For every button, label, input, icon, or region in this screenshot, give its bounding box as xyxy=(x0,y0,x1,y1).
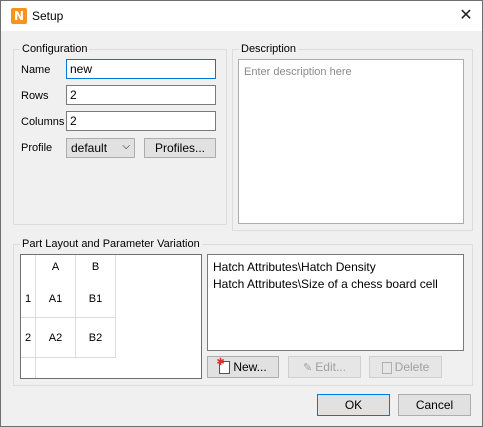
grid-row-stub xyxy=(21,358,36,378)
name-label: Name xyxy=(21,64,51,76)
new-document-icon: ✱ xyxy=(216,358,231,375)
delete-parameter-label: Delete xyxy=(394,360,430,374)
description-placeholder: Enter description here xyxy=(244,66,352,78)
edit-parameter-button[interactable]: ✎ Edit... xyxy=(288,356,361,378)
list-item[interactable]: Hatch Attributes\Size of a chess board c… xyxy=(213,277,438,291)
profile-label: Profile xyxy=(21,142,53,154)
close-icon[interactable]: ✕ xyxy=(452,5,480,27)
setup-dialog: N Setup ✕ Configuration Name new Rows 2 … xyxy=(0,0,483,427)
description-textarea[interactable]: Enter description here xyxy=(238,59,464,224)
chevron-down-icon: ⌵ xyxy=(122,141,130,152)
name-field[interactable]: new xyxy=(66,59,216,79)
description-group-title: Description xyxy=(239,42,299,56)
columns-field[interactable]: 2 xyxy=(66,111,216,131)
trash-icon xyxy=(381,361,392,374)
part-layout-group-title: Part Layout and Parameter Variation xyxy=(20,237,202,251)
delete-parameter-button[interactable]: Delete xyxy=(369,356,442,378)
grid-corner xyxy=(21,255,36,280)
rows-field[interactable]: 2 xyxy=(66,85,216,105)
profile-select-value: default xyxy=(71,141,108,155)
columns-label: Columns xyxy=(21,116,65,128)
new-parameter-label: New... xyxy=(233,360,267,374)
column-header[interactable]: B xyxy=(76,255,116,280)
grid-cell[interactable]: A2 xyxy=(36,318,76,358)
pencil-icon: ✎ xyxy=(303,362,313,374)
grid-cell[interactable]: B2 xyxy=(76,318,116,358)
rows-label: Rows xyxy=(21,90,49,102)
row-header[interactable]: 2 xyxy=(21,318,36,358)
column-header[interactable]: A xyxy=(36,255,76,280)
row-header[interactable]: 1 xyxy=(21,280,36,318)
ok-button[interactable]: OK xyxy=(317,394,390,416)
grid-cell[interactable]: B1 xyxy=(76,280,116,318)
window-title: Setup xyxy=(32,9,64,23)
part-layout-grid: A B 1 A1 B1 2 A2 B2 xyxy=(20,254,202,379)
edit-parameter-label: Edit... xyxy=(315,360,346,374)
profiles-button[interactable]: Profiles... xyxy=(144,138,216,158)
list-item[interactable]: Hatch Attributes\Hatch Density xyxy=(213,260,376,274)
grid-cell[interactable]: A1 xyxy=(36,280,76,318)
profile-select[interactable]: default ⌵ xyxy=(66,138,135,158)
configuration-group-title: Configuration xyxy=(20,42,90,56)
new-parameter-button[interactable]: ✱ New... xyxy=(207,356,279,378)
parameter-list[interactable]: Hatch Attributes\Hatch Density Hatch Att… xyxy=(207,254,464,351)
app-icon: N xyxy=(11,8,27,24)
title-bar: N Setup ✕ xyxy=(1,1,482,31)
cancel-button[interactable]: Cancel xyxy=(398,394,471,416)
